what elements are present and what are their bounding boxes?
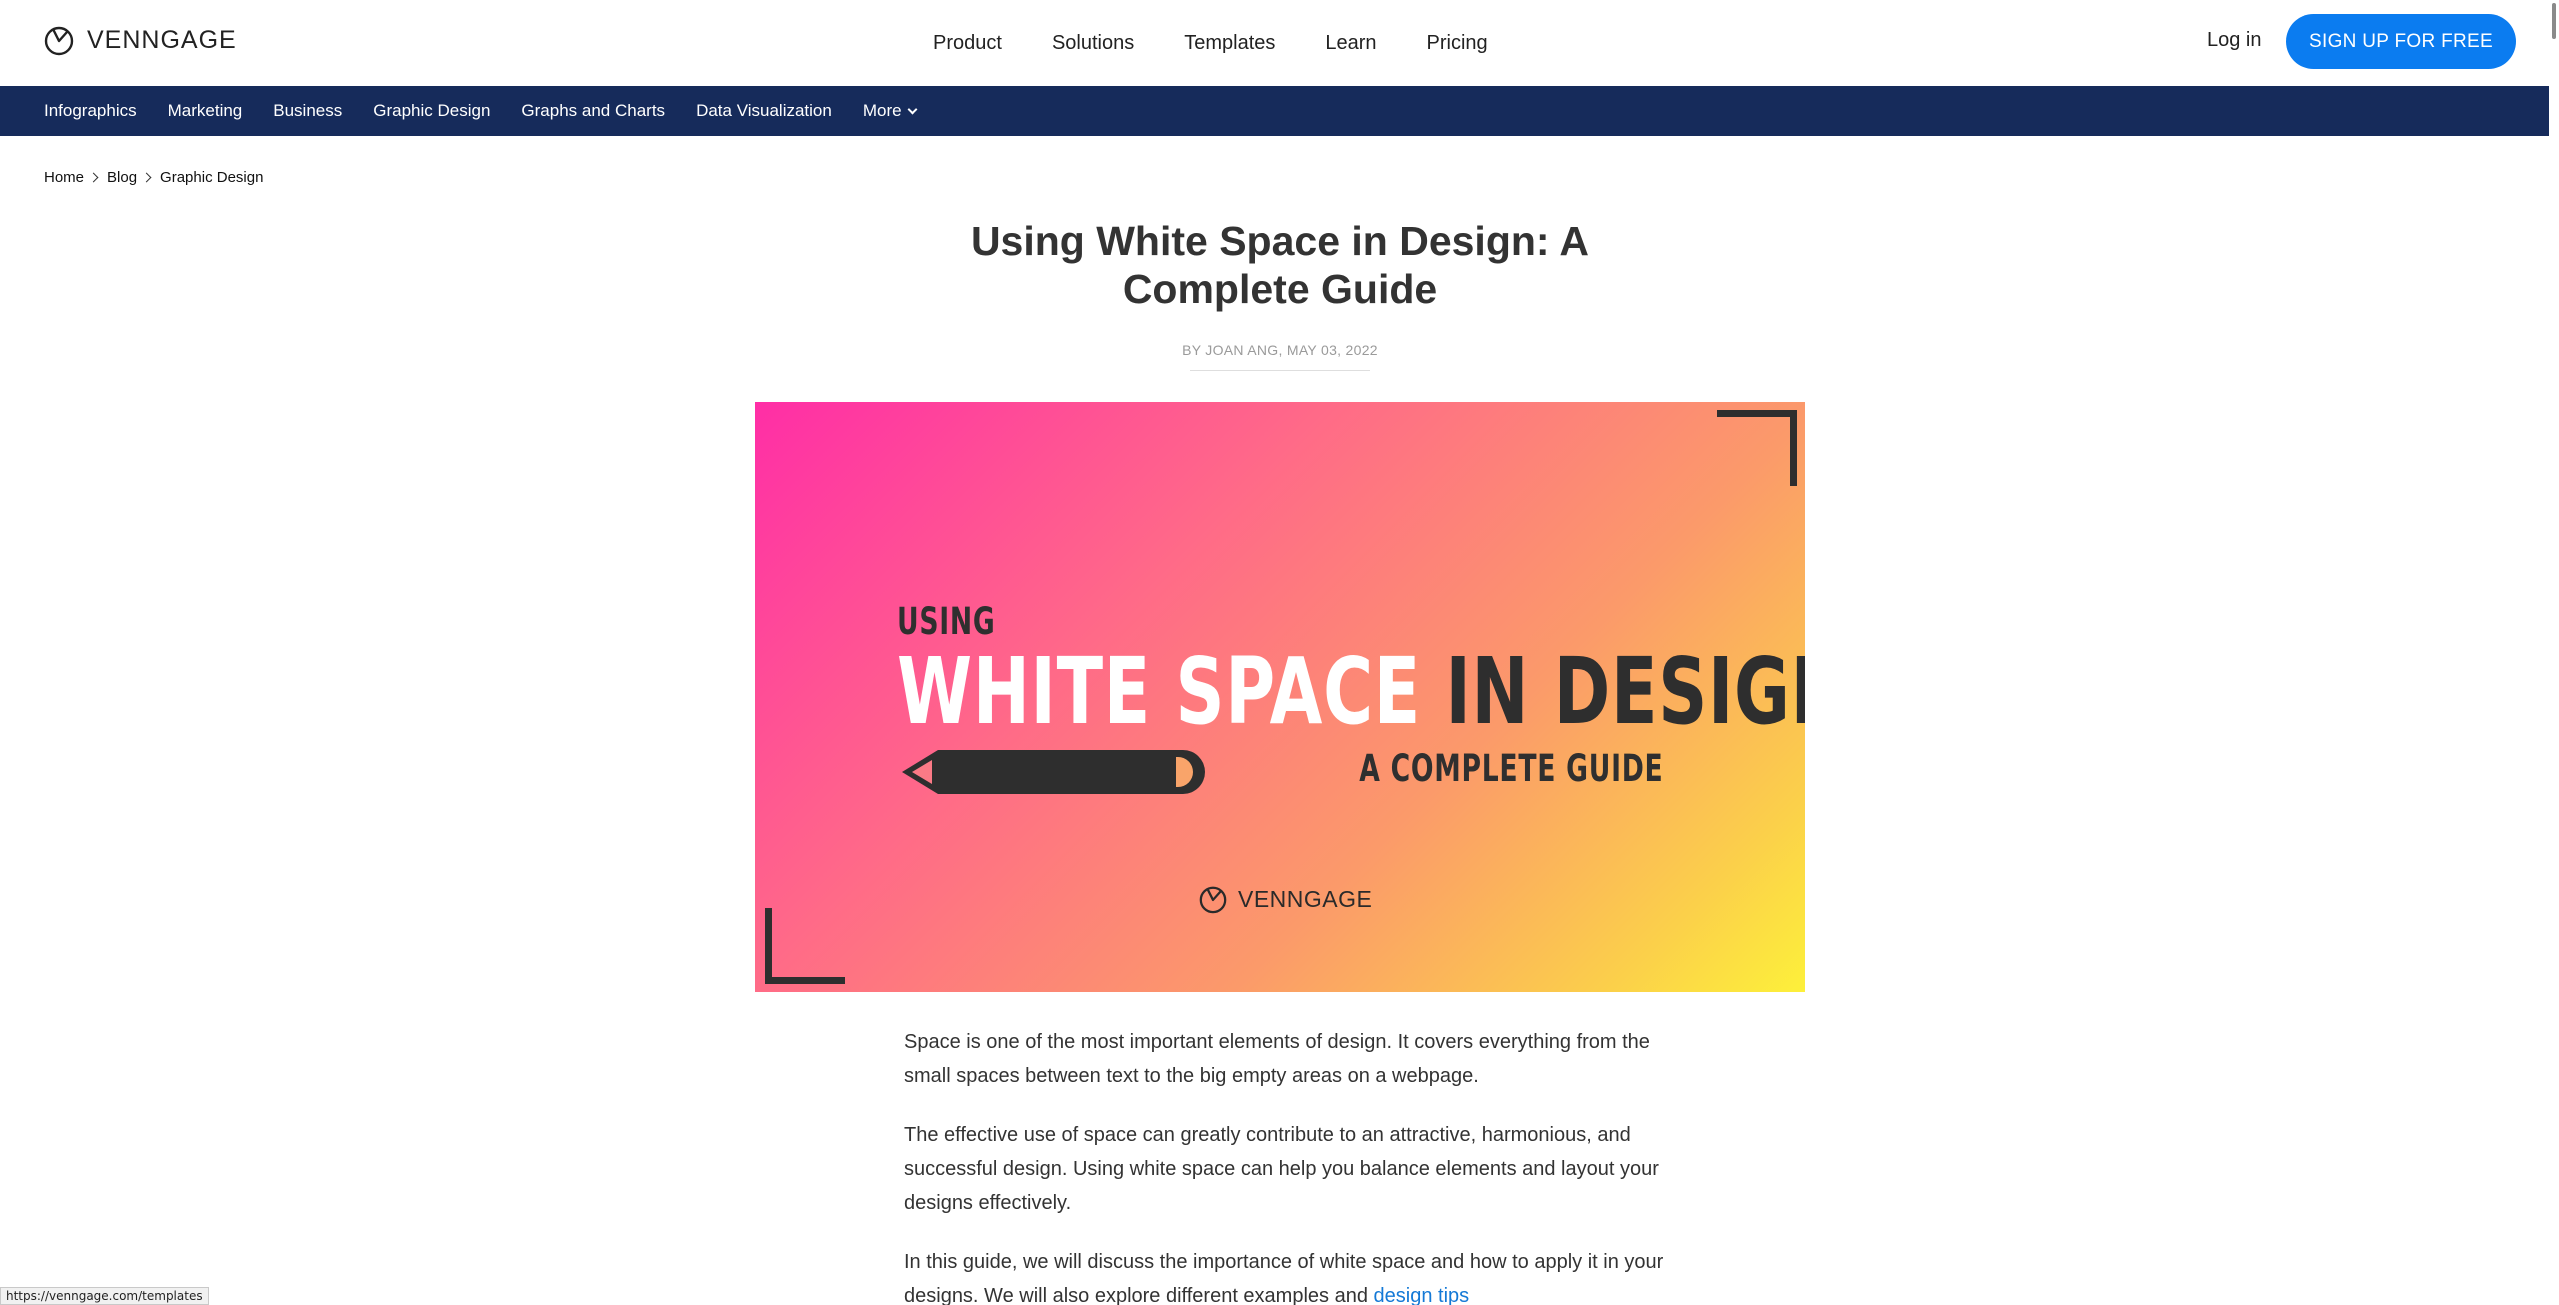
category-infographics[interactable]: Infographics	[44, 101, 137, 121]
design-tips-link[interactable]: design tips	[1374, 1285, 1470, 1305]
article-byline: BY JOAN ANG, MAY 03, 2022	[1182, 342, 1378, 358]
nav-pricing[interactable]: Pricing	[1427, 32, 1488, 55]
hero-brand: VENNGAGE	[1198, 884, 1372, 914]
paragraph-text: In this guide, we will discuss the impor…	[904, 1251, 1664, 1305]
category-business[interactable]: Business	[273, 101, 342, 121]
login-link[interactable]: Log in	[2207, 29, 2262, 52]
article-paragraph: Space is one of the most important eleme…	[904, 1031, 1650, 1087]
main-nav: Product Solutions Templates Learn Pricin…	[933, 0, 1538, 86]
corner-bracket-bottom-left	[765, 908, 845, 984]
category-marketing[interactable]: Marketing	[168, 101, 243, 121]
pencil-icon	[902, 750, 1205, 794]
chevron-down-icon	[907, 104, 918, 114]
hero-headline-white: WHITE SPACE	[897, 638, 1422, 745]
venngage-logo-icon	[1199, 886, 1227, 914]
top-header: VENNGAGE Product Solutions Templates Lea…	[0, 0, 2559, 86]
hero-using-text: USING	[897, 600, 996, 643]
nav-learn[interactable]: Learn	[1325, 32, 1376, 55]
breadcrumb-blog[interactable]: Blog	[107, 169, 137, 186]
hero-subtitle: A COMPLETE GUIDE	[1358, 747, 1663, 790]
breadcrumb-graphic-design[interactable]: Graphic Design	[160, 169, 263, 186]
article-paragraph: In this guide, we will discuss the impor…	[904, 1245, 1664, 1305]
category-data-visualization[interactable]: Data Visualization	[696, 101, 832, 121]
article-paragraph: The effective use of space can greatly c…	[904, 1124, 1659, 1214]
chevron-right-icon	[88, 172, 99, 183]
more-label: More	[862, 101, 902, 120]
nav-product[interactable]: Product	[933, 32, 1002, 55]
hero-headline: WHITE SPACE IN DESIGN	[897, 642, 1805, 742]
category-graphic-design[interactable]: Graphic Design	[373, 101, 490, 121]
hero-brand-name: VENNGAGE	[1238, 885, 1373, 912]
byline-divider	[1190, 370, 1370, 371]
article-body: Space is one of the most important eleme…	[904, 1025, 1664, 1305]
hero-image: USING WHITE SPACE IN DESIGN A COMPLETE G…	[755, 402, 1805, 992]
hero-headline-dark: IN DESIGN	[1445, 638, 1805, 745]
article-title: Using White Space in Design: A Complete …	[970, 218, 1590, 312]
nav-templates[interactable]: Templates	[1184, 32, 1275, 55]
scrollbar-thumb[interactable]	[2552, 3, 2556, 39]
category-more-dropdown[interactable]: More	[862, 101, 918, 121]
corner-bracket-top-right	[1717, 410, 1797, 486]
nav-solutions[interactable]: Solutions	[1052, 32, 1134, 55]
signup-button[interactable]: SIGN UP FOR FREE	[2286, 14, 2516, 69]
page-scrollbar[interactable]	[2549, 0, 2559, 1305]
brand-name: VENNGAGE	[87, 25, 237, 54]
venngage-logo[interactable]: VENNGAGE	[43, 24, 237, 56]
breadcrumb-home[interactable]: Home	[44, 169, 84, 186]
browser-status-url: https://venngage.com/templates	[0, 1287, 209, 1305]
breadcrumb: Home Blog Graphic Design	[44, 169, 263, 186]
category-nav: Infographics Marketing Business Graphic …	[0, 86, 2559, 136]
venngage-logo-icon	[44, 26, 74, 56]
category-graphs-and-charts[interactable]: Graphs and Charts	[521, 101, 665, 121]
chevron-right-icon	[141, 172, 152, 183]
